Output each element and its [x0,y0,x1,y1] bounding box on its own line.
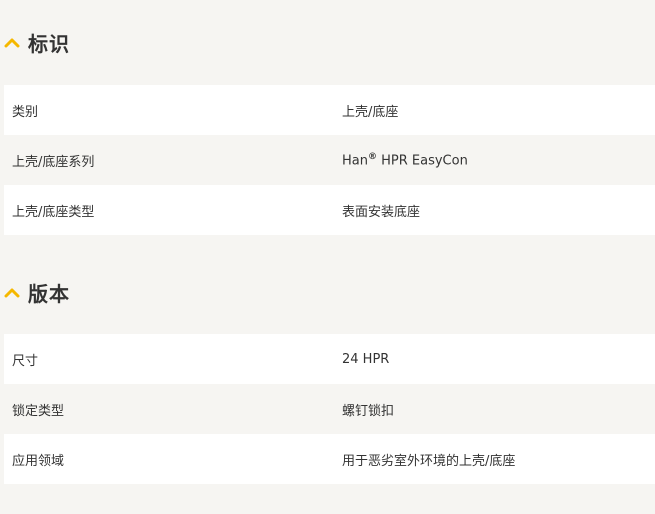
value-prefix: Han [342,153,368,169]
registered-mark: ® [367,151,377,162]
row-label: 类别 [12,104,39,120]
value-suffix: HPR EasyCon [376,153,468,169]
row-label: 尺寸 [12,353,39,369]
row-value: 螺钉锁扣 [342,403,395,419]
row-value: 上壳/底座 [342,104,399,120]
chevron-up-icon [4,288,20,298]
row-value: 24 HPR [342,351,390,367]
table-row: 类别 上壳/底座 [4,85,655,135]
row-label: 上壳/底座系列 [12,154,95,170]
table-row: 上壳/底座系列 Han® HPR EasyCon [4,135,655,185]
row-label: 应用领域 [12,453,65,469]
row-value: Han® HPR EasyCon [334,152,655,168]
row-value: 用于恶劣室外环境的上壳/底座 [342,453,516,469]
table-row: 上壳/底座类型 表面安装底座 [4,185,655,235]
row-label: 锁定类型 [12,403,65,419]
section-header-version[interactable]: 版本 [4,277,70,307]
section-header-identification[interactable]: 标识 [4,27,70,57]
identification-table: 类别 上壳/底座 上壳/底座系列 Han® HPR EasyCon 上壳/底座类… [4,85,655,235]
table-row: 锁定类型 螺钉锁扣 [4,384,655,434]
table-row: 尺寸 24 HPR [4,334,655,384]
row-label: 上壳/底座类型 [12,204,95,220]
section-title: 标识 [28,31,70,56]
table-row: 应用领域 用于恶劣室外环境的上壳/底座 [4,434,655,484]
row-value: 表面安装底座 [342,204,421,220]
version-table: 尺寸 24 HPR 锁定类型 螺钉锁扣 应用领域 用于恶劣室外环境的上壳/底座 [4,334,655,484]
section-title: 版本 [28,281,70,306]
chevron-up-icon [4,38,20,48]
